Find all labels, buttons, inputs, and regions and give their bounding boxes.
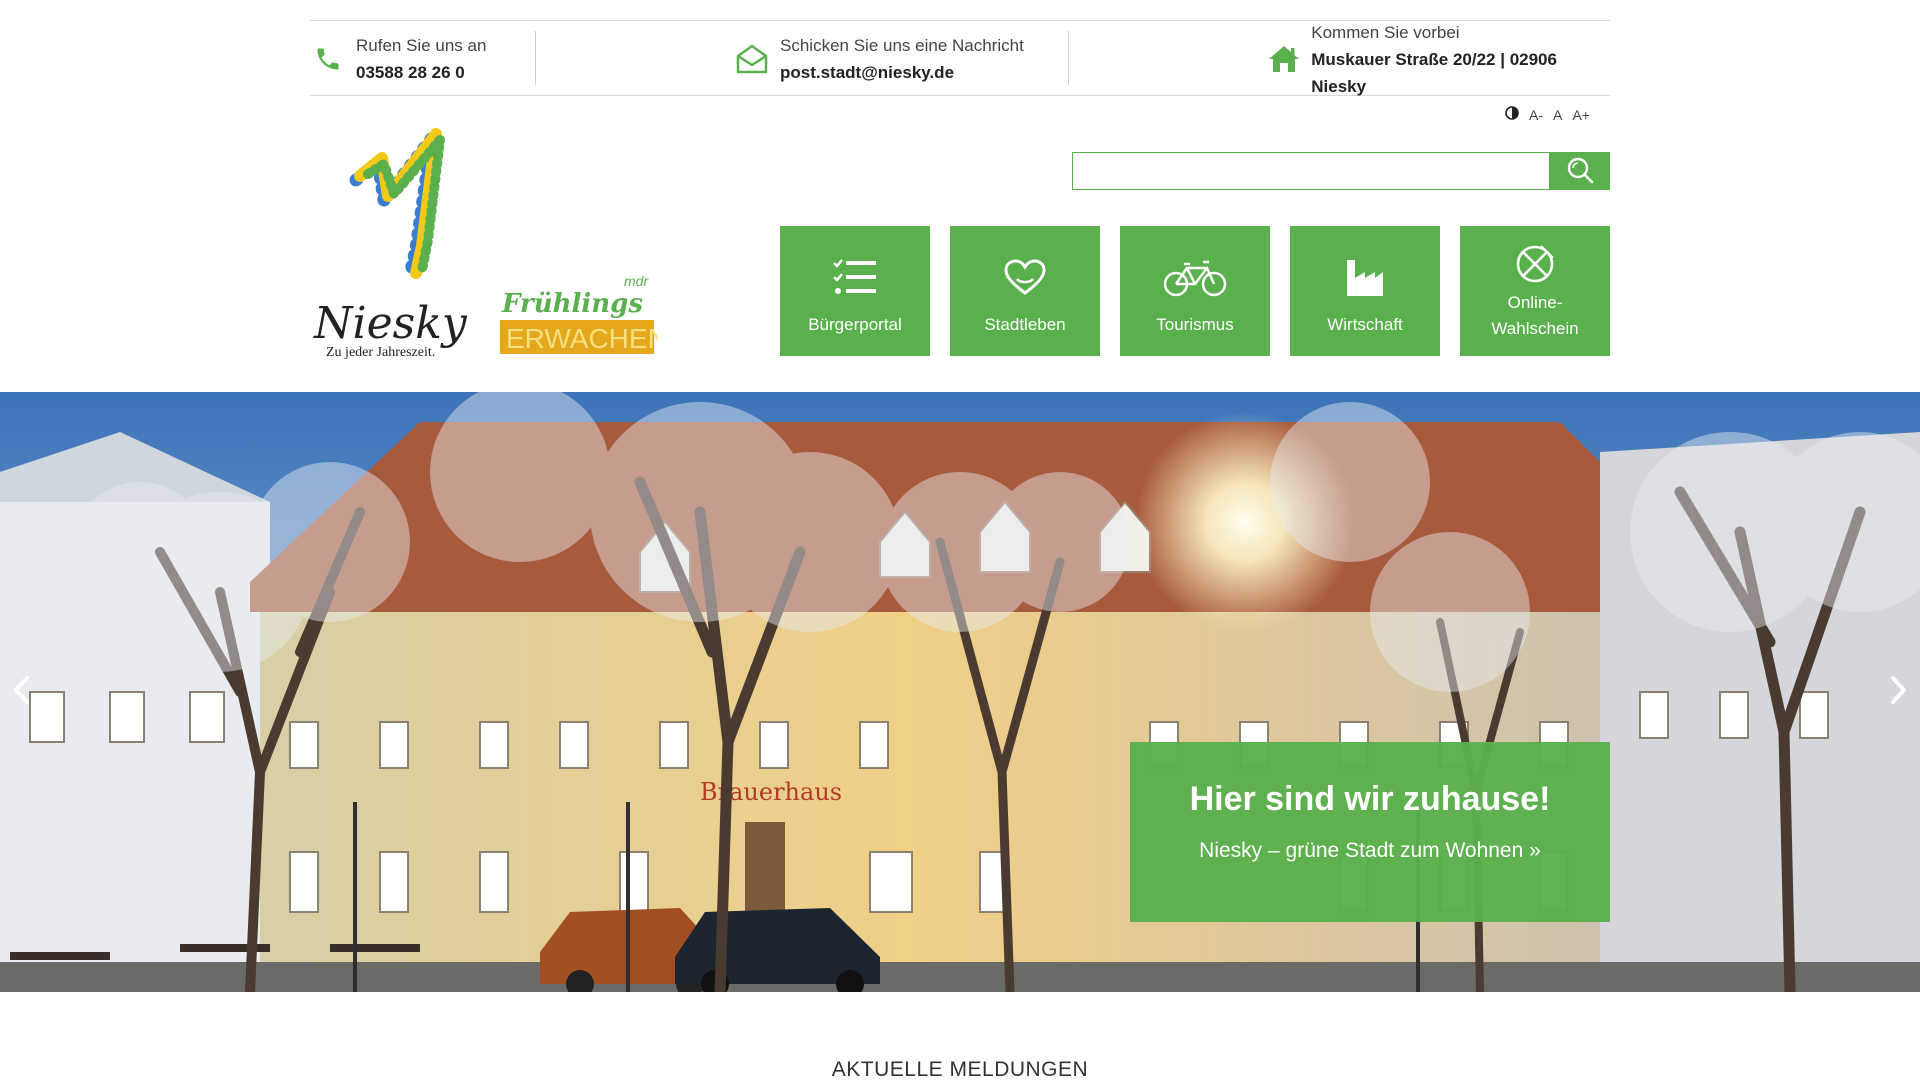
- divider: [535, 31, 536, 85]
- contact-email-value[interactable]: post.stadt@niesky.de: [780, 59, 1024, 86]
- factory-icon: [1345, 256, 1385, 300]
- tile-label: Tourismus: [1156, 315, 1234, 334]
- font-larger-button[interactable]: A+: [1572, 107, 1590, 123]
- svg-text:mdr: mdr: [624, 273, 649, 289]
- contact-address[interactable]: Kommen Sie vorbei Muskauer Straße 20/22 …: [1266, 21, 1610, 97]
- tile-label: Stadtleben: [984, 315, 1066, 334]
- search-input[interactable]: [1072, 152, 1549, 190]
- search-button[interactable]: [1549, 152, 1610, 190]
- tile-wirtschaft[interactable]: Wirtschaft: [1290, 226, 1440, 356]
- hero-slider: Brauerhaus Hier sind wir zuhause! Niesky…: [0, 392, 1920, 992]
- home-icon: [1266, 41, 1301, 77]
- envelope-icon: [734, 41, 770, 77]
- contact-address-value: Muskauer Straße 20/22 | 02906 Niesky: [1311, 49, 1557, 96]
- tile-tourismus[interactable]: Tourismus: [1120, 226, 1270, 356]
- tile-buergerportal[interactable]: Bürgerportal: [780, 226, 930, 356]
- svg-text:Frühlings: Frühlings: [501, 289, 643, 319]
- phone-icon: [310, 41, 346, 77]
- bicycle-icon: [1163, 256, 1227, 300]
- news-heading: AKTUELLE MELDUNGEN: [831, 1058, 1089, 1080]
- slider-next-arrow[interactable]: [1878, 672, 1918, 712]
- ballot-icon: [1514, 242, 1556, 286]
- divider: [1068, 31, 1069, 85]
- contact-phone-label: Rufen Sie uns an: [356, 36, 487, 55]
- tile-label: Wirtschaft: [1327, 315, 1403, 334]
- tile-label: Online- Wahlschein: [1491, 293, 1579, 338]
- contact-phone-value[interactable]: 03588 28 26 0: [356, 59, 486, 86]
- hero-title: Hier sind wir zuhause!: [1189, 780, 1551, 818]
- checklist-icon: [832, 256, 878, 300]
- niesky-logo[interactable]: Niesky Zu jeder Jahreszeit.: [312, 128, 487, 360]
- fruehlingserwachen-logo[interactable]: mdr Frühlings ERWACHEN: [500, 272, 668, 358]
- contact-bar: Rufen Sie uns an 03588 28 26 0 Schicken …: [310, 20, 1610, 96]
- contact-email-label: Schicken Sie uns eine Nachricht: [780, 36, 1024, 55]
- font-smaller-button[interactable]: A-: [1529, 107, 1543, 123]
- contrast-icon[interactable]: [1505, 106, 1519, 123]
- heart-icon: [1004, 256, 1046, 300]
- tile-stadtleben[interactable]: Stadtleben: [950, 226, 1100, 356]
- search-bar: [1072, 152, 1610, 190]
- font-normal-button[interactable]: A: [1553, 107, 1562, 123]
- hero-image: Brauerhaus: [0, 392, 1920, 992]
- hero-link[interactable]: Niesky – grüne Stadt zum Wohnen »: [1199, 839, 1541, 863]
- chevron-right-icon: [1887, 675, 1909, 710]
- quick-links: Bürgerportal Stadtleben Tourismus Wirtsc…: [780, 226, 1610, 356]
- slider-prev-arrow[interactable]: [2, 672, 42, 712]
- svg-text:Zu jeder Jahreszeit.: Zu jeder Jahreszeit.: [326, 345, 435, 360]
- svg-text:Niesky: Niesky: [313, 298, 468, 349]
- contact-address-label: Kommen Sie vorbei: [1311, 22, 1460, 42]
- chevron-left-icon: [11, 675, 33, 710]
- page: Rufen Sie uns an 03588 28 26 0 Schicken …: [0, 0, 1920, 1080]
- contact-email[interactable]: Schicken Sie uns eine Nachricht post.sta…: [734, 21, 1024, 97]
- tile-label: Bürgerportal: [808, 315, 902, 334]
- accessibility-controls: A- A A+: [1505, 106, 1590, 123]
- contact-phone[interactable]: Rufen Sie uns an 03588 28 26 0: [310, 21, 486, 97]
- svg-text:ERWACHEN: ERWACHEN: [506, 323, 658, 354]
- tile-online-wahlschein[interactable]: Online- Wahlschein: [1460, 226, 1610, 356]
- search-icon: [1566, 156, 1594, 187]
- hero-caption: Hier sind wir zuhause! Niesky – grüne St…: [1130, 742, 1610, 922]
